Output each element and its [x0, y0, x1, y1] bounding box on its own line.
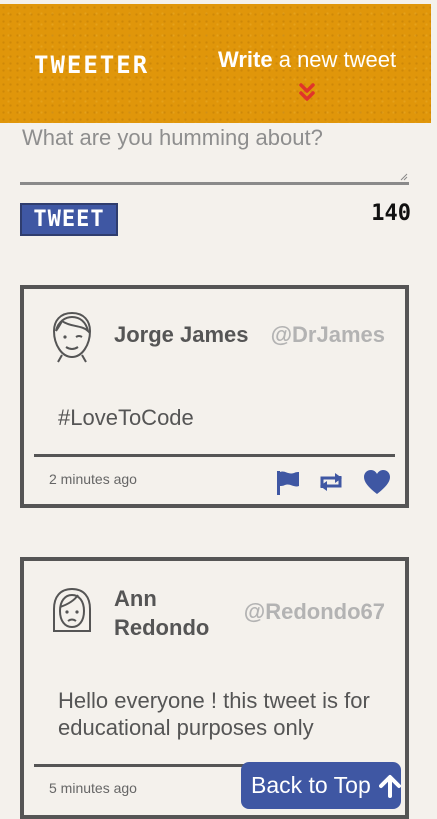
- write-rest-text: a new tweet: [272, 47, 397, 72]
- retweet-icon[interactable]: [316, 468, 346, 496]
- flag-icon[interactable]: [272, 468, 302, 496]
- tweet-compose-input[interactable]: [20, 123, 409, 185]
- tweet-timestamp: 2 minutes ago: [49, 471, 137, 487]
- heart-icon[interactable]: [362, 468, 392, 496]
- tweet-text: Hello everyone ! this tweet is for educa…: [58, 688, 370, 740]
- back-to-top-button[interactable]: Back to Top: [241, 762, 401, 809]
- male-avatar-icon: [52, 311, 92, 363]
- tweet-card: Jorge James @DrJames #LoveToCode 2 minut…: [20, 285, 409, 508]
- arrow-up-icon: [378, 774, 401, 798]
- author-name: Jorge James: [114, 322, 249, 347]
- brand-logo: TWEETER: [34, 51, 150, 79]
- tweet-text: #LoveToCode: [58, 405, 194, 430]
- resize-grip-icon[interactable]: [400, 173, 408, 181]
- site-header: TWEETER Write a new tweet: [0, 4, 431, 123]
- author-name: Ann Redondo: [114, 586, 210, 640]
- back-to-top-label: Back to Top: [251, 772, 371, 798]
- tweet-submit-button[interactable]: TWEET: [20, 203, 118, 236]
- author-handle[interactable]: @Redondo67: [244, 599, 385, 625]
- character-count: 140: [371, 201, 411, 226]
- double-chevron-down-icon[interactable]: [298, 82, 316, 102]
- write-tweet-prompt: Write a new tweet: [218, 47, 396, 73]
- tweet-timestamp: 5 minutes ago: [49, 780, 137, 796]
- author-handle[interactable]: @DrJames: [271, 322, 385, 348]
- write-bold-text: Write: [218, 47, 273, 72]
- tweet-divider: [34, 454, 395, 457]
- female-avatar-icon: [53, 587, 91, 632]
